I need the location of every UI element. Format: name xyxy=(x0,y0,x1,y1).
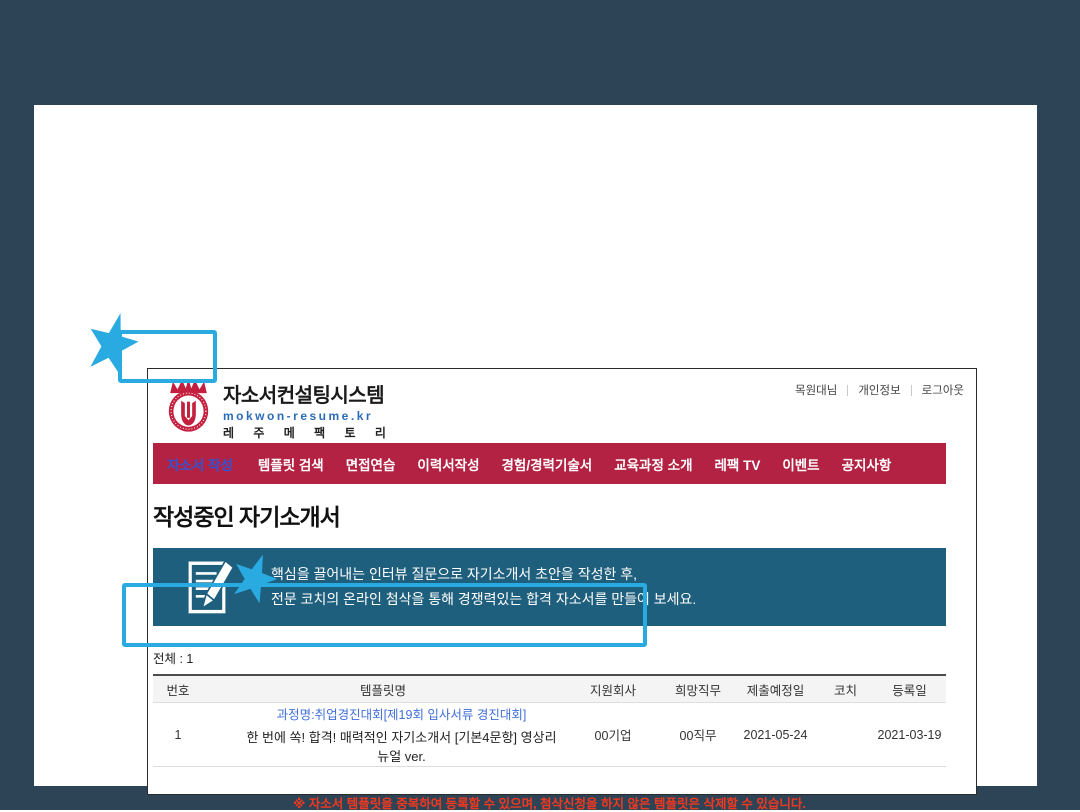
divider xyxy=(911,385,912,396)
cell-template: 과정명:취업경진대회[제19회 입사서류 경진대회] 한 번에 쏙! 합격! 매… xyxy=(203,703,563,767)
nav-item-resume-write[interactable]: 자소서 작성 xyxy=(153,454,247,474)
privacy-link[interactable]: 개인정보 xyxy=(858,382,900,398)
template-table: 번호 템플릿명 지원회사 희망직무 제출예정일 코치 등록일 1 과정명:취업경… xyxy=(153,674,946,767)
logo-text: 자소서컨설팅시스템 mokwon-resume.kr 레 주 메 팩 토 리 xyxy=(223,377,394,441)
slide-page: 자소서컨설팅시스템 mokwon-resume.kr 레 주 메 팩 토 리 목… xyxy=(34,105,1037,786)
cell-coach xyxy=(818,703,873,767)
notice-text: ※ 자소서 템플릿을 중복하여 등록할 수 있으며, 첨삭신청을 하지 않은 템… xyxy=(153,793,946,812)
logo-subtitle: 레 주 메 팩 토 리 xyxy=(223,424,394,441)
cell-no: 1 xyxy=(153,703,203,767)
main-nav: 자소서 작성 템플릿 검색 면접연습 이력서작성 경험/경력기술서 교육과정 소… xyxy=(153,443,946,484)
logout-link[interactable]: 로그아웃 xyxy=(922,382,964,398)
nav-item-event[interactable]: 이벤트 xyxy=(771,454,830,474)
cell-position: 00직무 xyxy=(663,703,733,767)
nav-item-cv-write[interactable]: 이력서작성 xyxy=(406,454,490,474)
nav-item-template-search[interactable]: 템플릿 검색 xyxy=(247,454,335,474)
logo-domain: mokwon-resume.kr xyxy=(223,409,394,423)
template-description: 한 번에 쏙! 합격! 매력적인 자기소개서 [기본4문항] 영상리뉴얼 ver… xyxy=(246,730,556,764)
site-logo[interactable]: 자소서컨설팅시스템 mokwon-resume.kr 레 주 메 팩 토 리 xyxy=(161,377,394,441)
col-template-name: 템플릿명 xyxy=(203,675,563,703)
nav-item-interview-practice[interactable]: 면접연습 xyxy=(335,454,407,474)
nav-item-course-intro[interactable]: 교육과정 소개 xyxy=(603,454,703,474)
col-due-date: 제출예정일 xyxy=(733,675,818,703)
table-row[interactable]: 1 과정명:취업경진대회[제19회 입사서류 경진대회] 한 번에 쏙! 합격!… xyxy=(153,703,946,767)
cell-reg-date: 2021-03-19 xyxy=(873,703,946,767)
total-count: 전체 : 1 xyxy=(153,648,976,667)
col-company: 지원회사 xyxy=(563,675,663,703)
col-coach: 코치 xyxy=(818,675,873,703)
table-header-row: 번호 템플릿명 지원회사 희망직무 제출예정일 코치 등록일 xyxy=(153,675,946,703)
cell-due-date: 2021-05-24 xyxy=(733,703,818,767)
cell-company: 00기업 xyxy=(563,703,663,767)
nav-item-experience[interactable]: 경험/경력기술서 xyxy=(491,454,604,474)
logo-title: 자소서컨설팅시스템 xyxy=(223,379,394,408)
nav-item-repack-tv[interactable]: 레팩 TV xyxy=(704,454,772,474)
col-reg-date: 등록일 xyxy=(873,675,946,703)
page-title: 작성중인 자기소개서 xyxy=(153,498,976,532)
mokwon-emblem-icon xyxy=(161,377,216,434)
slide-background: 자소서컨설팅시스템 mokwon-resume.kr 레 주 메 팩 토 리 목… xyxy=(0,0,1080,810)
col-position: 희망직무 xyxy=(663,675,733,703)
highlight-box-row xyxy=(122,583,647,647)
user-links: 목원대님 개인정보 로그아웃 xyxy=(795,382,964,398)
nav-item-notice[interactable]: 공지사항 xyxy=(831,454,903,474)
divider xyxy=(847,385,848,396)
template-link[interactable]: 과정명:취업경진대회[제19회 입사서류 경진대회] xyxy=(241,704,562,723)
user-greeting: 목원대님 xyxy=(795,382,837,398)
col-no: 번호 xyxy=(153,675,203,703)
site-header: 자소서컨설팅시스템 mokwon-resume.kr 레 주 메 팩 토 리 목… xyxy=(148,369,976,443)
